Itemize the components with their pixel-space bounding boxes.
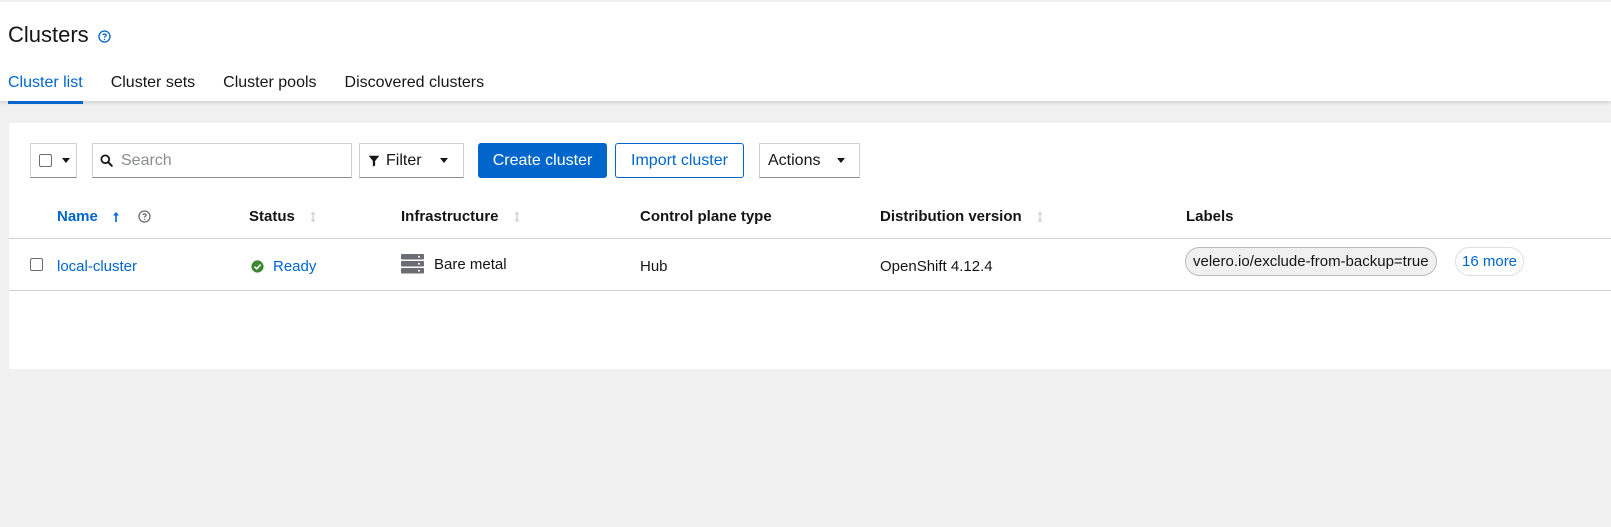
column-header-distribution[interactable]: Distribution version [880, 208, 1044, 225]
status-link[interactable]: Ready [273, 258, 316, 275]
cluster-name-link[interactable]: local-cluster [57, 258, 137, 275]
column-label: Control plane type [640, 208, 772, 225]
table-row: local-cluster Ready Bare metal Hub OpenS… [9, 240, 1611, 291]
help-icon[interactable] [138, 210, 151, 223]
select-all-checkbox[interactable] [39, 154, 52, 167]
tab-cluster-list[interactable]: Cluster list [8, 74, 83, 104]
filter-icon [368, 155, 380, 167]
sort-icon[interactable] [1036, 211, 1044, 223]
check-circle-icon [251, 260, 264, 273]
column-header-status[interactable]: Status [249, 208, 317, 225]
page-title: Clusters [8, 22, 111, 48]
page-title-text: Clusters [8, 22, 89, 47]
search-icon [100, 154, 113, 167]
status-cell: Ready [251, 258, 316, 275]
distribution-cell: OpenShift 4.12.4 [880, 258, 993, 275]
chevron-down-icon [439, 158, 448, 163]
sort-icon[interactable] [309, 211, 317, 223]
chevron-down-icon [837, 158, 846, 163]
column-header-labels: Labels [1186, 208, 1234, 225]
search-input[interactable] [121, 151, 341, 170]
infrastructure-text: Bare metal [434, 255, 507, 273]
more-labels-button[interactable]: 16 more [1455, 247, 1525, 276]
table-header: Name Status Infrastructure Control plane… [9, 201, 1611, 239]
bulk-select-dropdown[interactable] [30, 143, 77, 178]
chevron-down-icon [62, 158, 70, 163]
filter-dropdown[interactable]: Filter [359, 143, 464, 178]
server-icon [401, 254, 424, 274]
import-cluster-button[interactable]: Import cluster [615, 143, 744, 178]
column-header-name[interactable]: Name [57, 208, 151, 225]
page-header: Clusters Cluster list Cluster sets Clust… [0, 0, 1611, 104]
tab-cluster-pools[interactable]: Cluster pools [223, 74, 316, 103]
column-label: Status [249, 208, 295, 225]
cluster-table-card: Filter Create cluster Import cluster Act… [9, 123, 1611, 369]
column-label: Labels [1186, 208, 1234, 225]
sort-ascending-icon[interactable] [112, 211, 120, 223]
sort-icon[interactable] [513, 211, 521, 223]
create-cluster-button[interactable]: Create cluster [478, 143, 607, 178]
infrastructure-cell: Bare metal [401, 254, 507, 274]
column-label: Infrastructure [401, 208, 499, 225]
filter-label: Filter [386, 151, 422, 169]
actions-label: Actions [768, 151, 821, 169]
help-icon[interactable] [98, 30, 111, 43]
control-plane-cell: Hub [640, 258, 668, 275]
tab-discovered-clusters[interactable]: Discovered clusters [345, 74, 485, 103]
row-checkbox[interactable] [30, 258, 43, 271]
search-box [92, 143, 352, 178]
tab-cluster-sets[interactable]: Cluster sets [111, 74, 195, 103]
tab-bar: Cluster list Cluster sets Cluster pools … [8, 74, 512, 104]
column-label: Name [57, 208, 98, 225]
actions-dropdown[interactable]: Actions [759, 143, 860, 178]
column-header-control-plane: Control plane type [640, 208, 772, 225]
column-label: Distribution version [880, 208, 1022, 225]
column-header-infrastructure[interactable]: Infrastructure [401, 208, 521, 225]
label-chip: velero.io/exclude-from-backup=true [1185, 247, 1437, 276]
